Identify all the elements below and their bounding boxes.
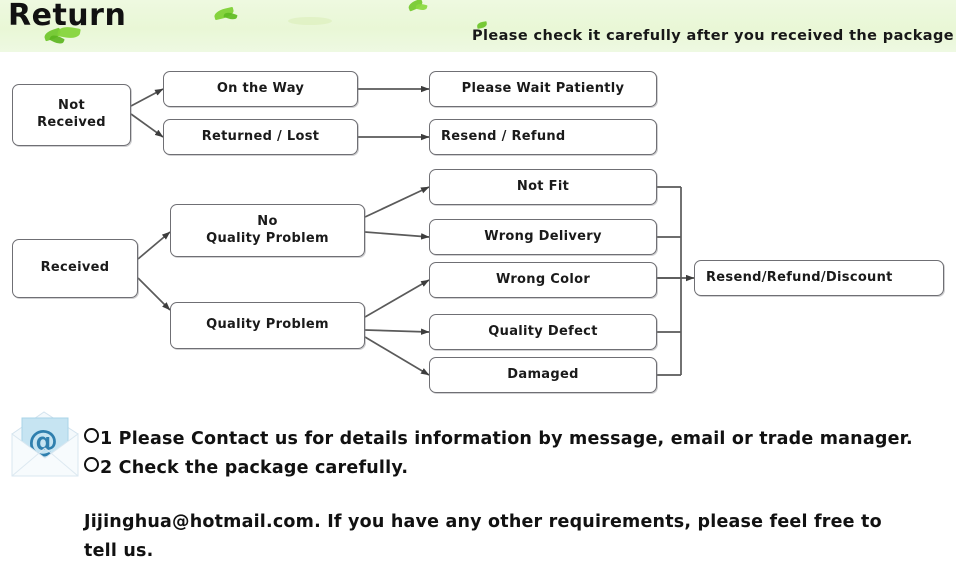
node-please-wait-label: Please Wait Patiently: [461, 80, 625, 96]
node-not-received-line2: Received: [37, 115, 106, 130]
node-final-outcome[interactable]: Resend/Refund/Discount: [694, 260, 944, 296]
node-quality-defect[interactable]: Quality Defect: [429, 314, 657, 350]
node-wrong-color[interactable]: Wrong Color: [429, 262, 657, 298]
bullet-circle-icon: [84, 457, 99, 472]
leaf-decoration-icon: [223, 11, 238, 21]
node-no-quality-problem[interactable]: No Quality Problem: [170, 204, 365, 257]
node-quality-defect-label: Quality Defect: [488, 323, 598, 339]
node-wrong-color-label: Wrong Color: [495, 271, 591, 287]
node-returned-lost[interactable]: Returned / Lost: [163, 119, 358, 155]
notes-section: @ 1 Please Contact us for details inform…: [0, 400, 956, 561]
node-received[interactable]: Received: [12, 239, 138, 298]
contact-email-line-2: tell us.: [84, 541, 154, 561]
node-no-quality-line2: Quality Problem: [206, 230, 329, 246]
node-please-wait-patiently[interactable]: Please Wait Patiently: [429, 71, 657, 107]
page-title: Return: [8, 0, 127, 33]
node-returned-lost-label: Returned / Lost: [201, 128, 320, 144]
leaf-decoration-icon: [415, 2, 428, 12]
node-on-the-way-label: On the Way: [216, 80, 305, 96]
node-not-fit-label: Not Fit: [516, 178, 570, 194]
node-resend-refund[interactable]: Resend / Refund: [429, 119, 657, 155]
node-wrong-delivery[interactable]: Wrong Delivery: [429, 219, 657, 255]
node-not-received[interactable]: Not Received: [12, 84, 131, 146]
header-subtitle: Please check it carefully after you rece…: [471, 28, 954, 44]
page-header: Return Please check it carefully after y…: [0, 0, 956, 52]
leaf-decoration-icon: [288, 17, 332, 25]
node-no-quality-line1: No: [257, 213, 278, 229]
node-wrong-delivery-label: Wrong Delivery: [484, 228, 602, 244]
note-item-1-text: 1 Please Contact us for details informat…: [100, 429, 913, 449]
node-quality-problem[interactable]: Quality Problem: [170, 302, 365, 349]
node-not-received-line1: Not: [58, 98, 85, 114]
node-final-outcome-label: Resend/Refund/Discount: [706, 269, 893, 285]
node-damaged[interactable]: Damaged: [429, 357, 657, 393]
email-envelope-icon: @: [11, 411, 79, 477]
node-on-the-way[interactable]: On the Way: [163, 71, 358, 107]
node-not-received-label: Not Received: [37, 98, 106, 131]
bullet-circle-icon: [84, 428, 99, 443]
node-resend-refund-label: Resend / Refund: [441, 128, 566, 144]
return-flowchart: Not Received On the Way Returned / Lost …: [0, 52, 956, 400]
node-received-label: Received: [40, 260, 110, 276]
node-no-quality-problem-label: No Quality Problem: [206, 214, 329, 247]
node-quality-problem-label: Quality Problem: [206, 317, 329, 333]
note-item-1: 1 Please Contact us for details informat…: [84, 428, 913, 449]
note-item-2: 2 Check the package carefully.: [84, 457, 408, 478]
contact-email-line: Jijinghua@hotmail.com. If you have any o…: [84, 512, 882, 532]
node-damaged-label: Damaged: [507, 366, 579, 382]
node-not-fit[interactable]: Not Fit: [429, 169, 657, 205]
note-item-2-text: 2 Check the package carefully.: [100, 458, 409, 478]
